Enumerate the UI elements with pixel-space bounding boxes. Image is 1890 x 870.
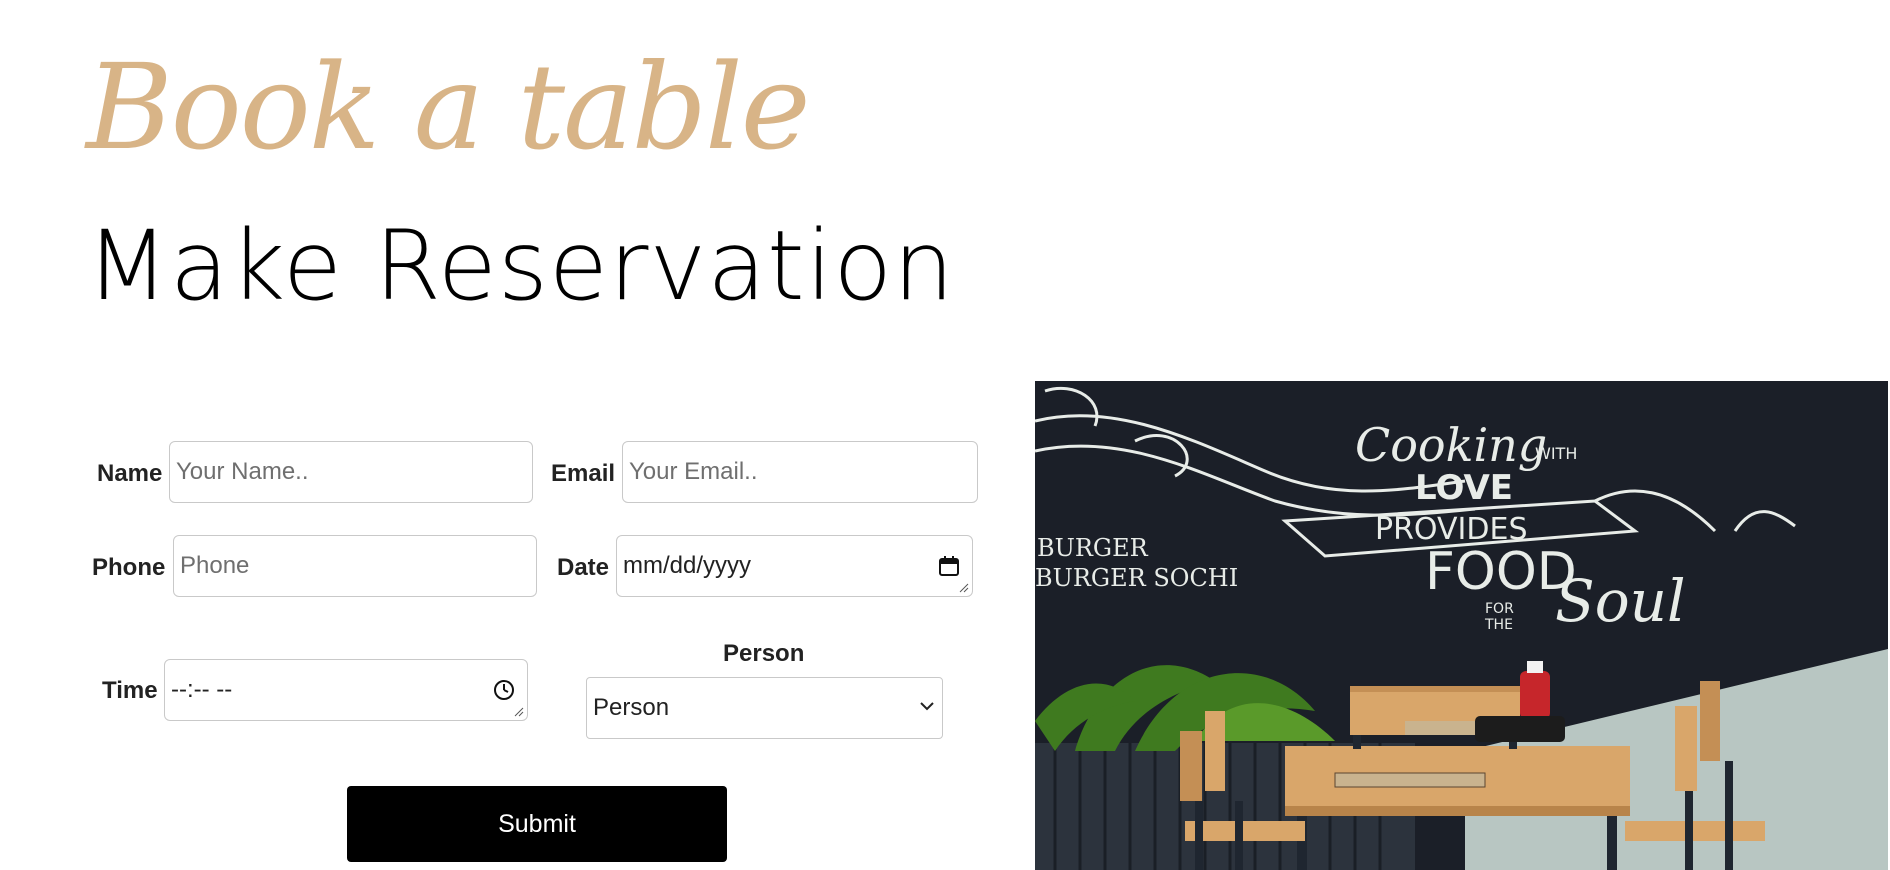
- submit-button[interactable]: Submit: [347, 786, 727, 862]
- date-picker[interactable]: mm/dd/yyyy: [616, 535, 973, 597]
- chalk-word-with: WITH: [1535, 444, 1577, 463]
- time-picker[interactable]: --:-- --: [164, 659, 528, 721]
- chalk-side-burger-sochi: BURGER SOCHI: [1035, 564, 1238, 592]
- chalk-side-burger: BURGER: [1037, 534, 1149, 562]
- person-select[interactable]: Person: [586, 677, 943, 739]
- chalk-word-the: THE: [1484, 617, 1513, 633]
- email-label: Email: [551, 460, 616, 487]
- name-label: Name: [97, 460, 163, 487]
- section-script-title: Book a table: [86, 38, 811, 176]
- name-input[interactable]: [169, 441, 533, 503]
- phone-label: Phone: [92, 554, 166, 581]
- time-label: Time: [102, 677, 158, 704]
- chalk-word-love: LOVE: [1415, 468, 1513, 508]
- email-input[interactable]: [622, 441, 978, 503]
- page-title: Make Reservation: [86, 210, 955, 322]
- chalk-word-soul: Soul: [1555, 567, 1686, 635]
- resize-grip-icon[interactable]: [959, 583, 969, 593]
- time-value: --:-- --: [171, 676, 233, 703]
- chevron-down-icon: [918, 694, 936, 722]
- date-value: mm/dd/yyyy: [623, 552, 752, 579]
- person-label: Person: [723, 640, 805, 667]
- calendar-icon[interactable]: [936, 553, 962, 579]
- clock-icon[interactable]: [491, 677, 517, 703]
- chalk-word-for: FOR: [1485, 601, 1514, 617]
- restaurant-photo: Cooking WITH LOVE PROVIDES FOOD FOR THE …: [1035, 381, 1888, 870]
- person-select-value: Person: [593, 694, 670, 721]
- phone-input[interactable]: [173, 535, 537, 597]
- resize-grip-icon[interactable]: [514, 707, 524, 717]
- chalk-word-cooking: Cooking: [1355, 418, 1547, 472]
- reservation-page: Book a table Make Reservation Name Email…: [0, 0, 1890, 870]
- date-label: Date: [557, 554, 610, 581]
